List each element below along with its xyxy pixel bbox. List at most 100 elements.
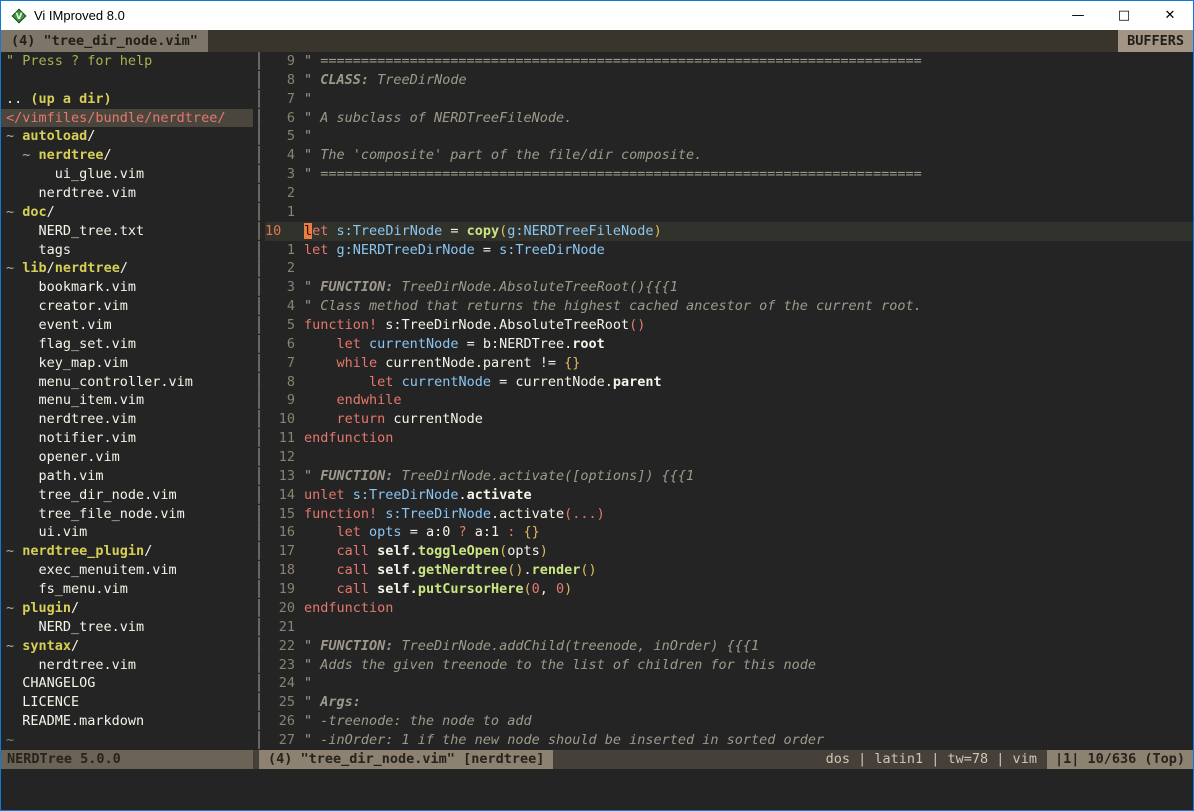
nerdtree-line[interactable]: ~ syntax/	[1, 637, 253, 656]
split-glyph: │	[253, 429, 265, 448]
nerdtree-line[interactable]: menu_item.vim	[1, 391, 253, 410]
code-line[interactable]: 2	[265, 259, 1193, 278]
code-line[interactable]: 24"	[265, 674, 1193, 693]
code-line[interactable]: 8 let currentNode = currentNode.parent	[265, 373, 1193, 392]
split-glyph: │	[253, 580, 265, 599]
maximize-button[interactable]: □	[1101, 1, 1147, 30]
nerdtree-line[interactable]: tags	[1, 241, 253, 260]
code-line[interactable]: 26" -treenode: the node to add	[265, 712, 1193, 731]
line-number: 10	[265, 222, 295, 241]
nerdtree-line[interactable]: opener.vim	[1, 448, 253, 467]
command-line[interactable]	[1, 769, 1193, 810]
nerdtree-line[interactable]: LICENCE	[1, 693, 253, 712]
nerdtree-line[interactable]: ~ lib/nerdtree/	[1, 259, 253, 278]
code-line[interactable]: 14unlet s:TreeDirNode.activate	[265, 486, 1193, 505]
nerdtree-line[interactable]: nerdtree.vim	[1, 184, 253, 203]
code-line[interactable]: 22" FUNCTION: TreeDirNode.addChild(treen…	[265, 637, 1193, 656]
nerdtree-line[interactable]: NERD_tree.txt	[1, 222, 253, 241]
code-line[interactable]: 8" CLASS: TreeDirNode	[265, 71, 1193, 90]
line-number: 9	[265, 52, 295, 71]
code-line[interactable]: 7"	[265, 90, 1193, 109]
code-line[interactable]: 18 call self.getNerdtree().render()	[265, 561, 1193, 580]
code-text: function! s:TreeDirNode.activate(...)	[304, 505, 1193, 524]
split-glyph: │	[253, 542, 265, 561]
nerdtree-line[interactable]: menu_controller.vim	[1, 373, 253, 392]
code-line[interactable]: 27" -inOrder: 1 if the new node should b…	[265, 731, 1193, 750]
nerdtree-line[interactable]: nerdtree.vim	[1, 656, 253, 675]
line-number: 8	[265, 71, 295, 90]
code-line[interactable]: 12	[265, 448, 1193, 467]
nerdtree-line[interactable]: creator.vim	[1, 297, 253, 316]
nerdtree-line[interactable]: bookmark.vim	[1, 278, 253, 297]
code-line[interactable]: 1let g:NERDTreeDirNode = s:TreeDirNode	[265, 241, 1193, 260]
line-number: 9	[265, 391, 295, 410]
code-line[interactable]: 19 call self.putCursorHere(0, 0)	[265, 580, 1193, 599]
split-glyph: │	[253, 278, 265, 297]
maximize-icon: □	[1118, 8, 1130, 23]
code-line[interactable]: 2	[265, 184, 1193, 203]
nerdtree-line[interactable]: </vimfiles/bundle/nerdtree/	[1, 109, 253, 128]
nerdtree-panel[interactable]: " Press ? for help .. (up a dir)</vimfile…	[1, 52, 253, 750]
nerdtree-line[interactable]: fs_menu.vim	[1, 580, 253, 599]
nerdtree-line[interactable]: ~ doc/	[1, 203, 253, 222]
line-number: 2	[265, 259, 295, 278]
code-line[interactable]: 9" =====================================…	[265, 52, 1193, 71]
close-button[interactable]: ✕	[1147, 1, 1193, 30]
nerdtree-line[interactable]: exec_menuitem.vim	[1, 561, 253, 580]
code-line[interactable]: 15 function! s:TreeDirNode.activate(...)	[265, 505, 1193, 524]
code-line[interactable]: 7 while currentNode.parent != {}	[265, 354, 1193, 373]
nerdtree-line[interactable]: nerdtree.vim	[1, 410, 253, 429]
code-line[interactable]: 21	[265, 618, 1193, 637]
code-line[interactable]: 13" FUNCTION: TreeDirNode.activate([opti…	[265, 467, 1193, 486]
line-number: 15	[265, 505, 295, 524]
code-line[interactable]: 3" FUNCTION: TreeDirNode.AbsoluteTreeRoo…	[265, 278, 1193, 297]
nerdtree-line[interactable]: ui_glue.vim	[1, 165, 253, 184]
code-line[interactable]: 10 return currentNode	[265, 410, 1193, 429]
line-number: 7	[265, 90, 295, 109]
code-line[interactable]: 4" Class method that returns the highest…	[265, 297, 1193, 316]
code-line[interactable]: 5"	[265, 127, 1193, 146]
code-line[interactable]: 6 let currentNode = b:NERDTree.root	[265, 335, 1193, 354]
nerdtree-line[interactable]: ~ nerdtree_plugin/	[1, 542, 253, 561]
code-line-current[interactable]: 10let s:TreeDirNode = copy(g:NERDTreeFil…	[265, 222, 1193, 241]
tab-active[interactable]: (4) "tree_dir_node.vim"	[1, 30, 208, 52]
code-text: function! s:TreeDirNode.AbsoluteTreeRoot…	[304, 316, 1193, 335]
minimize-button[interactable]: —	[1055, 1, 1101, 30]
code-line[interactable]: 25" Args:	[265, 693, 1193, 712]
vertical-split[interactable]: │││││││││││││││││││││││││││││││││││││	[253, 52, 265, 750]
code-line[interactable]: 4" The 'composite' part of the file/dir …	[265, 146, 1193, 165]
nerdtree-line[interactable]: flag_set.vim	[1, 335, 253, 354]
nerdtree-line[interactable]: ~ autoload/	[1, 127, 253, 146]
split-glyph: │	[253, 335, 265, 354]
nerdtree-line[interactable]: " Press ? for help	[1, 52, 253, 71]
code-line[interactable]: 5function! s:TreeDirNode.AbsoluteTreeRoo…	[265, 316, 1193, 335]
code-line[interactable]: 11endfunction	[265, 429, 1193, 448]
code-line[interactable]: 23" Adds the given treenode to the list …	[265, 656, 1193, 675]
nerdtree-line[interactable]: NERD_tree.vim	[1, 618, 253, 637]
code-line[interactable]: 20endfunction	[265, 599, 1193, 618]
code-line[interactable]: 1	[265, 203, 1193, 222]
nerdtree-line[interactable]: ~ nerdtree/	[1, 146, 253, 165]
nerdtree-line[interactable]: ~ plugin/	[1, 599, 253, 618]
code-text: " ======================================…	[304, 165, 1193, 184]
nerdtree-line[interactable]: ui.vim	[1, 523, 253, 542]
line-number: 12	[265, 448, 295, 467]
nerdtree-line[interactable]: CHANGELOG	[1, 674, 253, 693]
nerdtree-line[interactable]: notifier.vim	[1, 429, 253, 448]
editor-buffer[interactable]: 9 " =====================================…	[265, 52, 1193, 750]
nerdtree-line[interactable]: tree_dir_node.vim	[1, 486, 253, 505]
title-bar[interactable]: V Vi IMproved 8.0 — □ ✕	[1, 1, 1193, 30]
nerdtree-line[interactable]	[1, 71, 253, 90]
code-line[interactable]: 16 let opts = a:0 ? a:1 : {}	[265, 523, 1193, 542]
nerdtree-line[interactable]: ~	[1, 731, 253, 750]
nerdtree-line[interactable]: tree_file_node.vim	[1, 505, 253, 524]
code-line[interactable]: 17 call self.toggleOpen(opts)	[265, 542, 1193, 561]
nerdtree-line[interactable]: event.vim	[1, 316, 253, 335]
code-line[interactable]: 9 endwhile	[265, 391, 1193, 410]
nerdtree-line[interactable]: .. (up a dir)	[1, 90, 253, 109]
code-line[interactable]: 6" A subclass of NERDTreeFileNode.	[265, 109, 1193, 128]
nerdtree-line[interactable]: README.markdown	[1, 712, 253, 731]
nerdtree-line[interactable]: path.vim	[1, 467, 253, 486]
nerdtree-line[interactable]: key_map.vim	[1, 354, 253, 373]
code-line[interactable]: 3" =====================================…	[265, 165, 1193, 184]
